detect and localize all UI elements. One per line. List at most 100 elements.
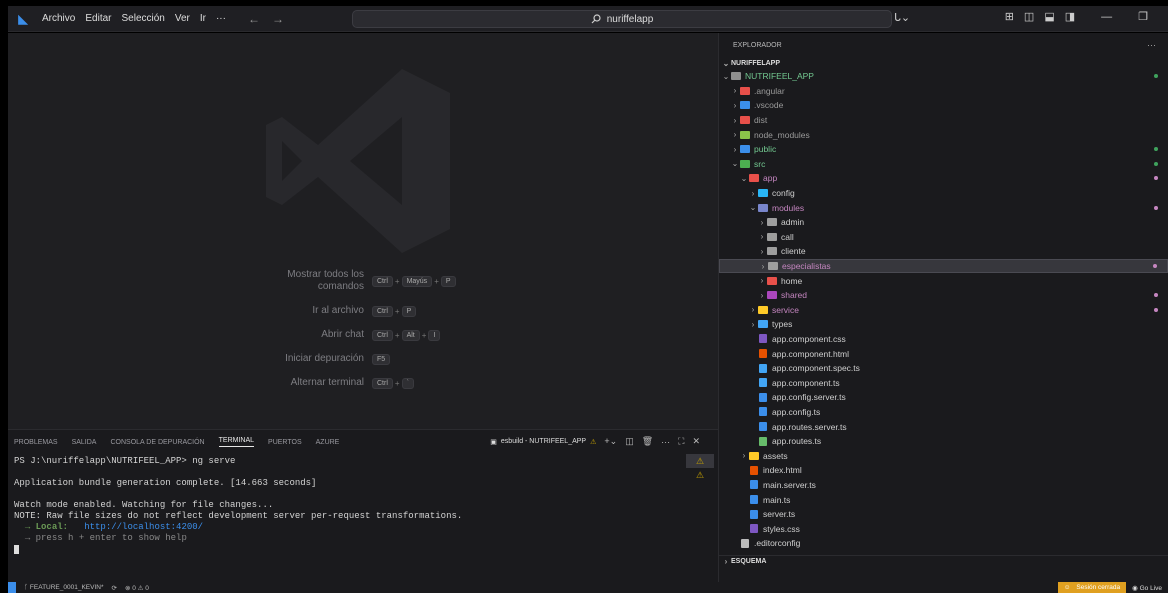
local-url-link[interactable]: http://localhost:4200/ <box>84 522 203 532</box>
tree-item-app-component-html[interactable]: app.component.html <box>719 346 1168 361</box>
tab-salida[interactable]: SALIDA <box>72 439 97 446</box>
tree-item-server-ts[interactable]: server.ts <box>719 507 1168 522</box>
tree-item-home[interactable]: › home <box>719 273 1168 288</box>
tree-item--editorconfig[interactable]: .editorconfig <box>719 536 1168 551</box>
sync-icon[interactable]: ⟳ <box>112 584 117 592</box>
copilot-icon[interactable]: ᒐ⌄ <box>894 11 910 24</box>
remote-indicator[interactable] <box>8 582 16 593</box>
tree-item-main-ts[interactable]: main.ts <box>719 492 1168 507</box>
tree-item-node-modules[interactable]: › node_modules <box>719 127 1168 142</box>
tree-item-public[interactable]: › public <box>719 142 1168 157</box>
more-actions-icon[interactable]: ··· <box>661 437 670 447</box>
trash-icon[interactable]: 🗑 <box>642 436 653 447</box>
tree-item-types[interactable]: › types <box>719 317 1168 332</box>
tree-item-src[interactable]: ⌄ src <box>719 157 1168 172</box>
tree-item-styles-css[interactable]: styles.css <box>719 521 1168 536</box>
terminal-instance-warning-icon[interactable]: ⚠ <box>686 468 714 482</box>
terminal-help-line: → press h + enter to show help <box>14 533 718 544</box>
tree-item-service[interactable]: › service <box>719 303 1168 318</box>
tree-item-especialistas[interactable]: › especialistas <box>719 258 1168 274</box>
back-arrow-icon[interactable]: ← <box>248 12 260 26</box>
menu-archivo[interactable]: Archivo <box>42 13 75 24</box>
tree-item-index-html[interactable]: index.html <box>719 463 1168 478</box>
tree-item-label: admin <box>781 217 805 228</box>
toggle-secondary-sidebar-icon[interactable]: ◨ <box>1065 10 1075 23</box>
tree-item-modules[interactable]: ⌄ modules <box>719 200 1168 215</box>
tree-item-shared[interactable]: › shared <box>719 288 1168 303</box>
minimize-window-icon[interactable]: — <box>1101 11 1112 23</box>
tab-terminal[interactable]: TERMINAL <box>218 437 255 447</box>
modified-dot <box>1154 161 1158 166</box>
kbd-key: P <box>440 275 456 287</box>
tree-item-app-routes-server-ts[interactable]: app.routes.server.ts <box>719 419 1168 434</box>
menu-editar[interactable]: Editar <box>85 13 111 24</box>
tab-problemas[interactable]: PROBLEMAS <box>14 439 58 446</box>
tree-item-main-server-ts[interactable]: main.server.ts <box>719 478 1168 493</box>
close-panel-icon[interactable]: ✕ <box>692 436 700 447</box>
tab-azure[interactable]: AZURE <box>316 439 340 446</box>
tree-item-call[interactable]: › call <box>719 230 1168 245</box>
terminal-instance-warning-icon[interactable]: ⚠ <box>686 454 714 468</box>
project-folder[interactable]: ⌄ NUTRIFEEL_APP <box>719 69 1168 84</box>
branch-name[interactable]: FEATURE_0001_KEVIN* <box>30 584 104 591</box>
maximize-panel-icon[interactable]: ⛶ <box>678 436 684 447</box>
kbd-key: P <box>401 305 417 317</box>
new-terminal-icon[interactable]: +⌄ <box>604 436 617 447</box>
split-terminal-icon[interactable]: ◫ <box>625 436 634 447</box>
tree-item-app[interactable]: ⌄ app <box>719 171 1168 186</box>
more-actions-icon[interactable]: ··· <box>1147 40 1156 50</box>
terminal-output[interactable]: PS J:\nuriffelapp\NUTRIFEEL_APP> ng serv… <box>8 456 718 554</box>
toggle-primary-sidebar-icon[interactable]: ◫ <box>1024 10 1034 23</box>
session-status-badge[interactable]: ☺ Sesión cerrada <box>1057 582 1127 593</box>
tab-consola-depuracion[interactable]: CONSOLA DE DEPURACIÓN <box>110 439 204 446</box>
folder-open-icon <box>731 72 741 81</box>
kbd-key: Ctrl <box>372 275 393 287</box>
problems-count[interactable]: ⊗ 0 ⚠ 0 <box>125 584 149 592</box>
tree-item-admin[interactable]: › admin <box>719 215 1168 230</box>
modified-dot <box>1154 74 1158 79</box>
explorer-root[interactable]: ⌄ NURIFFELAPP <box>719 57 1168 69</box>
kbd-key: ` <box>401 377 414 389</box>
toggle-panel-icon[interactable]: ⬓ <box>1044 10 1054 23</box>
menu-ir[interactable]: Ir <box>200 13 206 24</box>
restore-window-icon[interactable]: ❐ <box>1138 10 1148 23</box>
forward-arrow-icon[interactable]: → <box>272 12 284 26</box>
command-center-search[interactable]: nuriffelapp <box>352 10 892 28</box>
outline-section[interactable]: › ESQUEMA <box>719 555 1168 567</box>
tree-item-app-routes-ts[interactable]: app.routes.ts <box>719 434 1168 449</box>
tree-item-app-component-ts[interactable]: app.component.ts <box>719 375 1168 390</box>
file-tree: › .angular › .vscode › dist › node_modules › publ… <box>719 84 1168 551</box>
tree-item-app-component-css[interactable]: app.component.css <box>719 332 1168 347</box>
menu-seleccion[interactable]: Selección <box>121 13 164 24</box>
status-bar: ᚴ FEATURE_0001_KEVIN* ⟳ ⊗ 0 ⚠ 0 ☺ Sesión… <box>8 582 1168 593</box>
chevron-right-icon: › <box>733 115 737 125</box>
layout-customize-icon[interactable]: ⊞ <box>1005 10 1014 23</box>
outline-label: ESQUEMA <box>731 558 767 565</box>
tree-item-label: main.server.ts <box>763 479 816 490</box>
file-icon <box>759 363 767 373</box>
shortcut-label: Ir al archivo <box>312 305 364 316</box>
go-live-button[interactable]: ◉ Go Live <box>1126 584 1168 592</box>
shortcut-label: Abrir chat <box>321 329 364 340</box>
tree-item-dist[interactable]: › dist <box>719 113 1168 128</box>
terminal-task-selector[interactable]: ▣ esbuild - NUTRIFEEL_APP ⚠ <box>490 438 596 446</box>
tree-item-cliente[interactable]: › cliente <box>719 244 1168 259</box>
menu-more[interactable]: ··· <box>216 13 226 24</box>
terminal-line: Watch mode enabled. Watching for file ch… <box>14 500 274 510</box>
chevron-right-icon: › <box>760 246 764 256</box>
tree-item-label: cliente <box>781 246 806 257</box>
menu-ver[interactable]: Ver <box>175 13 190 24</box>
chevron-down-icon: ⌄ <box>722 71 730 81</box>
tree-item-label: .angular <box>754 85 785 96</box>
tree-item-label: assets <box>763 450 788 461</box>
tree-item-config[interactable]: › config <box>719 186 1168 201</box>
tree-item-assets[interactable]: › assets <box>719 448 1168 463</box>
tree-item-app-component-spec-ts[interactable]: app.component.spec.ts <box>719 361 1168 376</box>
tree-item--vscode[interactable]: › .vscode <box>719 98 1168 113</box>
tab-puertos[interactable]: PUERTOS <box>268 439 302 446</box>
tree-item--angular[interactable]: › .angular <box>719 84 1168 99</box>
explorer-sidebar: EXPLORADOR ··· ⌄ NURIFFELAPP ⌄ NUTRIFEEL… <box>718 33 1168 582</box>
kbd-key: Ctrl <box>372 377 393 389</box>
tree-item-app-config-server-ts[interactable]: app.config.server.ts <box>719 390 1168 405</box>
tree-item-app-config-ts[interactable]: app.config.ts <box>719 405 1168 420</box>
